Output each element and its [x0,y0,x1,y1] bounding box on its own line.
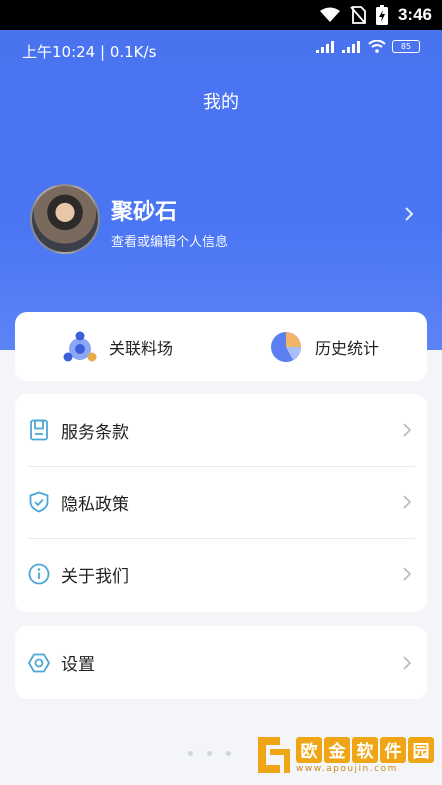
watermark-logo: 欧 金 软 件 园 www.apoujin.com [256,735,434,775]
status-text: 上午10:24 | 0.1K/s [22,43,157,61]
info-icon [28,563,50,585]
menu-item-settings[interactable]: 设置 [15,626,427,699]
linked-yard-button[interactable]: 关联料场 [15,312,221,381]
menu-item-label: 隐私政策 [61,494,129,515]
page-title: 我的 [203,92,239,113]
chevron-right-icon [403,495,411,509]
indicator-dot [188,751,193,756]
linked-yard-icon [63,331,97,361]
settings-label: 设置 [61,655,95,675]
user-name[interactable]: 聚砂石 [111,194,177,226]
watermark-url: www.apoujin.com [296,763,398,774]
no-sim-icon [350,6,366,24]
document-icon [30,419,48,441]
chevron-right-icon[interactable] [404,206,414,222]
history-stats-label: 历史统计 [314,338,379,358]
watermark-char: 件 [380,736,406,763]
chevron-right-icon [403,567,411,581]
linked-yard-label: 关联料场 [108,338,173,358]
signal-icon [316,40,334,53]
menu-item-label: 关于我们 [61,566,129,587]
battery-charging-icon [375,5,388,25]
wifi-icon [319,7,340,22]
shield-icon [29,491,49,513]
menu-card: 服务条款 隐私政策 关于我们 [15,394,427,612]
indicator-dot [207,751,212,756]
menu-item-about[interactable]: 关于我们 [15,538,427,610]
settings-card: 设置 [15,626,427,699]
quick-actions-card: 关联料场 历史统计 [15,312,427,381]
system-clock: 3:46 [397,5,432,24]
menu-item-label: 服务条款 [61,422,129,443]
profile-edit-hint[interactable]: 查看或编辑个人信息 [111,231,228,250]
battery-level: 85 [392,40,420,53]
avatar[interactable] [30,184,100,254]
watermark-char: 园 [408,736,434,763]
watermark-char: 欧 [296,736,322,763]
profile-header: 上午10:24 | 0.1K/s 85 我的 聚砂石 查看或编辑个人信息 [0,30,442,350]
page-indicator [188,751,231,756]
menu-item-privacy[interactable]: 隐私政策 [15,466,427,538]
chevron-right-icon [403,655,411,670]
watermark-logo-icon [258,737,290,773]
watermark-char: 金 [324,736,350,763]
signal-icon [342,40,360,53]
wifi-icon [368,40,386,53]
history-stats-button[interactable]: 历史统计 [221,312,427,381]
menu-item-terms[interactable]: 服务条款 [15,394,427,466]
chevron-right-icon [403,423,411,437]
indicator-dot [226,751,231,756]
pie-chart-icon [270,331,301,362]
system-status-bar: 3:46 [0,0,442,30]
watermark-char: 软 [352,736,378,763]
hexagon-settings-icon [28,653,50,672]
status-icons: 85 [316,40,420,53]
